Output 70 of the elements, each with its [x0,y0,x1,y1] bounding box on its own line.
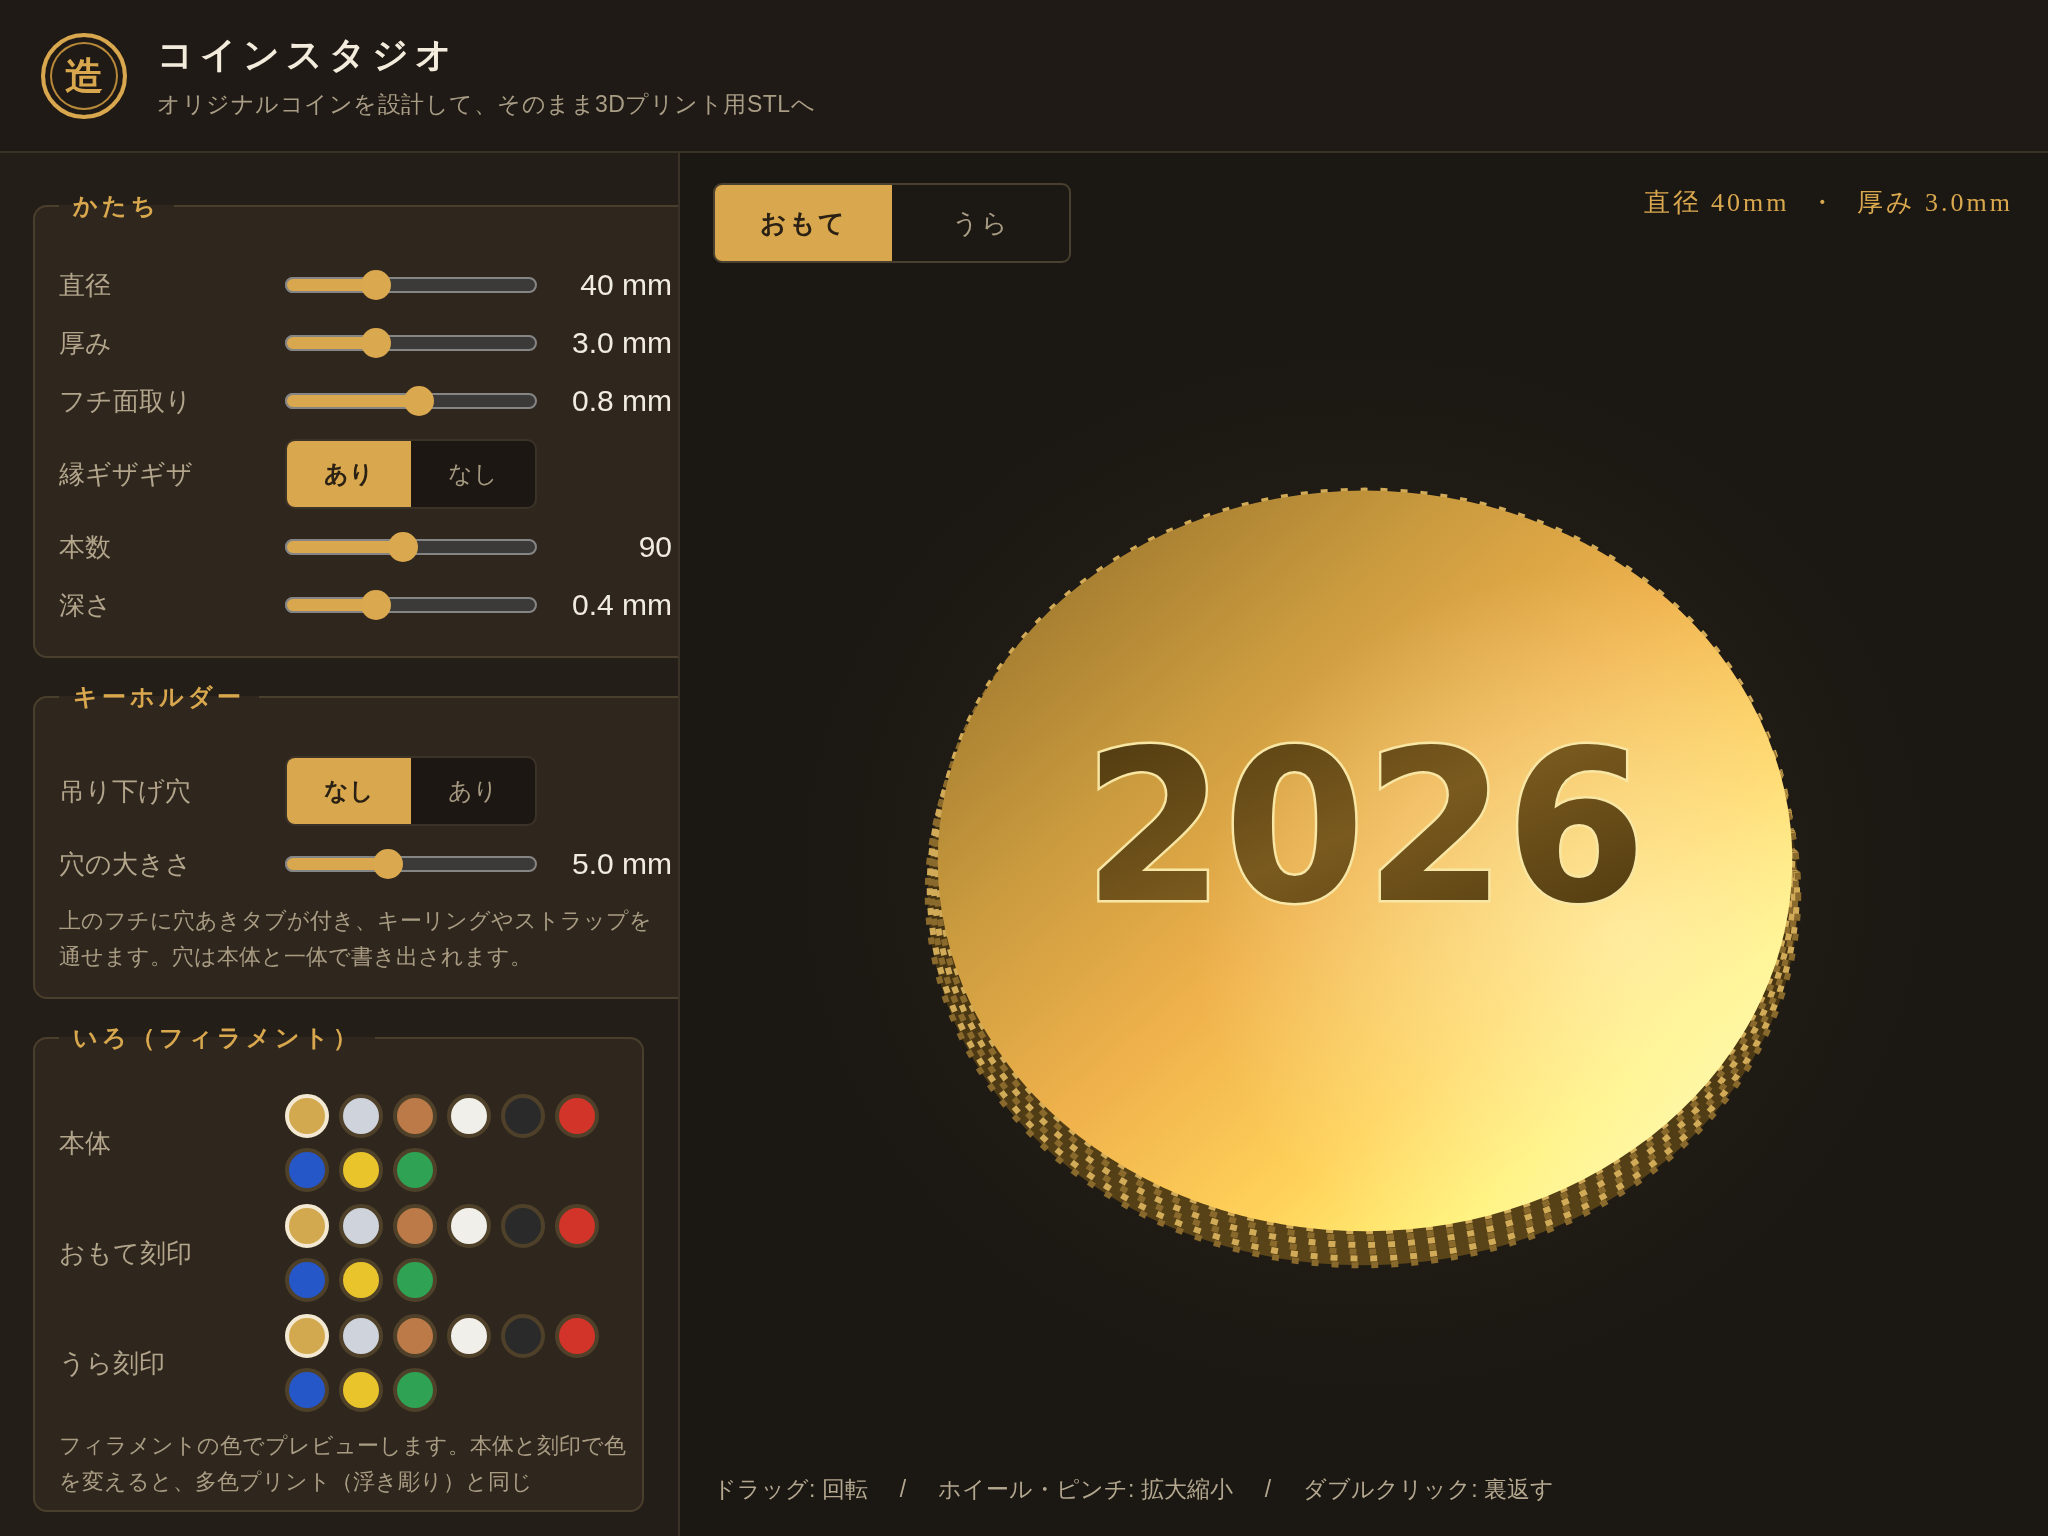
slider-track[interactable] [285,270,537,300]
swatch-icon[interactable] [393,1258,437,1302]
toggle-option[interactable]: あり [411,758,535,824]
setting-label: 厚み [59,327,113,360]
setting-label: 縁ギザギザ [59,458,194,491]
controls-hint-text: ドラッグ: 回転 / ホイール・ピンチ: 拡大縮小 / ダブルクリック: 裏返す [712,1475,1555,1504]
slider-track[interactable] [285,590,537,620]
slider-track[interactable] [285,532,537,562]
setting-label: うら刻印 [59,1347,166,1380]
setting-label: 本数 [59,531,112,564]
setting-label: おもて刻印 [59,1237,193,1270]
slider-track[interactable] [285,849,537,879]
logo: 造 [41,32,127,119]
swatch-icon[interactable] [447,1204,491,1248]
swatch-icon[interactable] [339,1258,383,1302]
side-tab[interactable]: うら [892,185,1069,261]
swatch-icon[interactable] [501,1314,545,1358]
help-text: 上のフチに穴あきタブが付き、キーリングやストラップを通せます。穴は本体と一体で書き出されます。 [59,907,653,971]
setting-label: 本体 [59,1127,112,1160]
swatch-icon[interactable] [393,1204,437,1248]
app-subtitle: オリジナルコインを設計して、そのまま3Dプリント用STLへ [157,89,816,119]
section-title: いろ（フィラメント） [72,1023,362,1053]
slider-thumb[interactable] [360,328,391,358]
swatch-icon[interactable] [339,1094,383,1138]
toggle-option[interactable]: なし [287,758,411,824]
setting-label: 深さ [59,589,113,622]
slider-track[interactable] [285,328,537,358]
setting-value: 90 [637,529,672,565]
setting-value: 0.8 mm [570,383,672,419]
setting-label: 吊り下げ穴 [59,775,192,808]
slider-thumb[interactable] [360,590,391,620]
swatch-icon[interactable] [393,1148,437,1192]
slider-track[interactable] [285,386,537,416]
swatch-icon[interactable] [555,1204,599,1248]
setting-value: 3.0 mm [570,325,672,361]
swatch-icon[interactable] [501,1204,545,1248]
swatch-icon[interactable] [339,1148,383,1192]
app-title: コインスタジオ [157,33,459,77]
swatch-icon[interactable] [501,1094,545,1138]
slider-thumb[interactable] [360,270,391,300]
swatch-icon[interactable] [339,1204,383,1248]
swatch-icon[interactable] [447,1094,491,1138]
swatch-icon[interactable] [447,1314,491,1358]
setting-label: フチ面取り [59,385,193,418]
toggle-option[interactable]: あり [287,441,411,507]
side-tab[interactable]: おもて [715,185,892,261]
setting-value: 5.0 mm [570,846,672,882]
slider-thumb[interactable] [373,849,404,879]
swatch-icon[interactable] [285,1368,329,1412]
setting-value: 40 mm [579,267,672,303]
swatch-icon[interactable] [393,1314,437,1358]
section-title: かたち [72,191,161,221]
coin-engraving-text: 2026 [1083,704,1667,949]
swatch-icon[interactable] [339,1314,383,1358]
slider-thumb[interactable] [388,532,419,562]
swatch-icon[interactable] [393,1368,437,1412]
slider-thumb[interactable] [403,386,434,416]
swatch-icon[interactable] [339,1368,383,1412]
dimensions-text: 直径 40mm ・ 厚み 3.0mm [1643,187,2013,219]
swatch-icon[interactable] [285,1258,329,1302]
toggle-option[interactable]: なし [411,441,535,507]
setting-label: 穴の大きさ [59,848,193,881]
setting-value: 0.4 mm [570,587,672,623]
setting-label: 直径 [59,269,112,302]
swatch-icon[interactable] [393,1094,437,1138]
swatch-icon[interactable] [555,1314,599,1358]
swatch-icon[interactable] [555,1094,599,1138]
section-title: キーホルダー [72,682,246,712]
help-text: フィラメントの色でプレビューします。本体と刻印で色を変えると、多色プリント（浮き彫り）と同じ [59,1432,627,1496]
swatch-icon[interactable] [285,1148,329,1192]
